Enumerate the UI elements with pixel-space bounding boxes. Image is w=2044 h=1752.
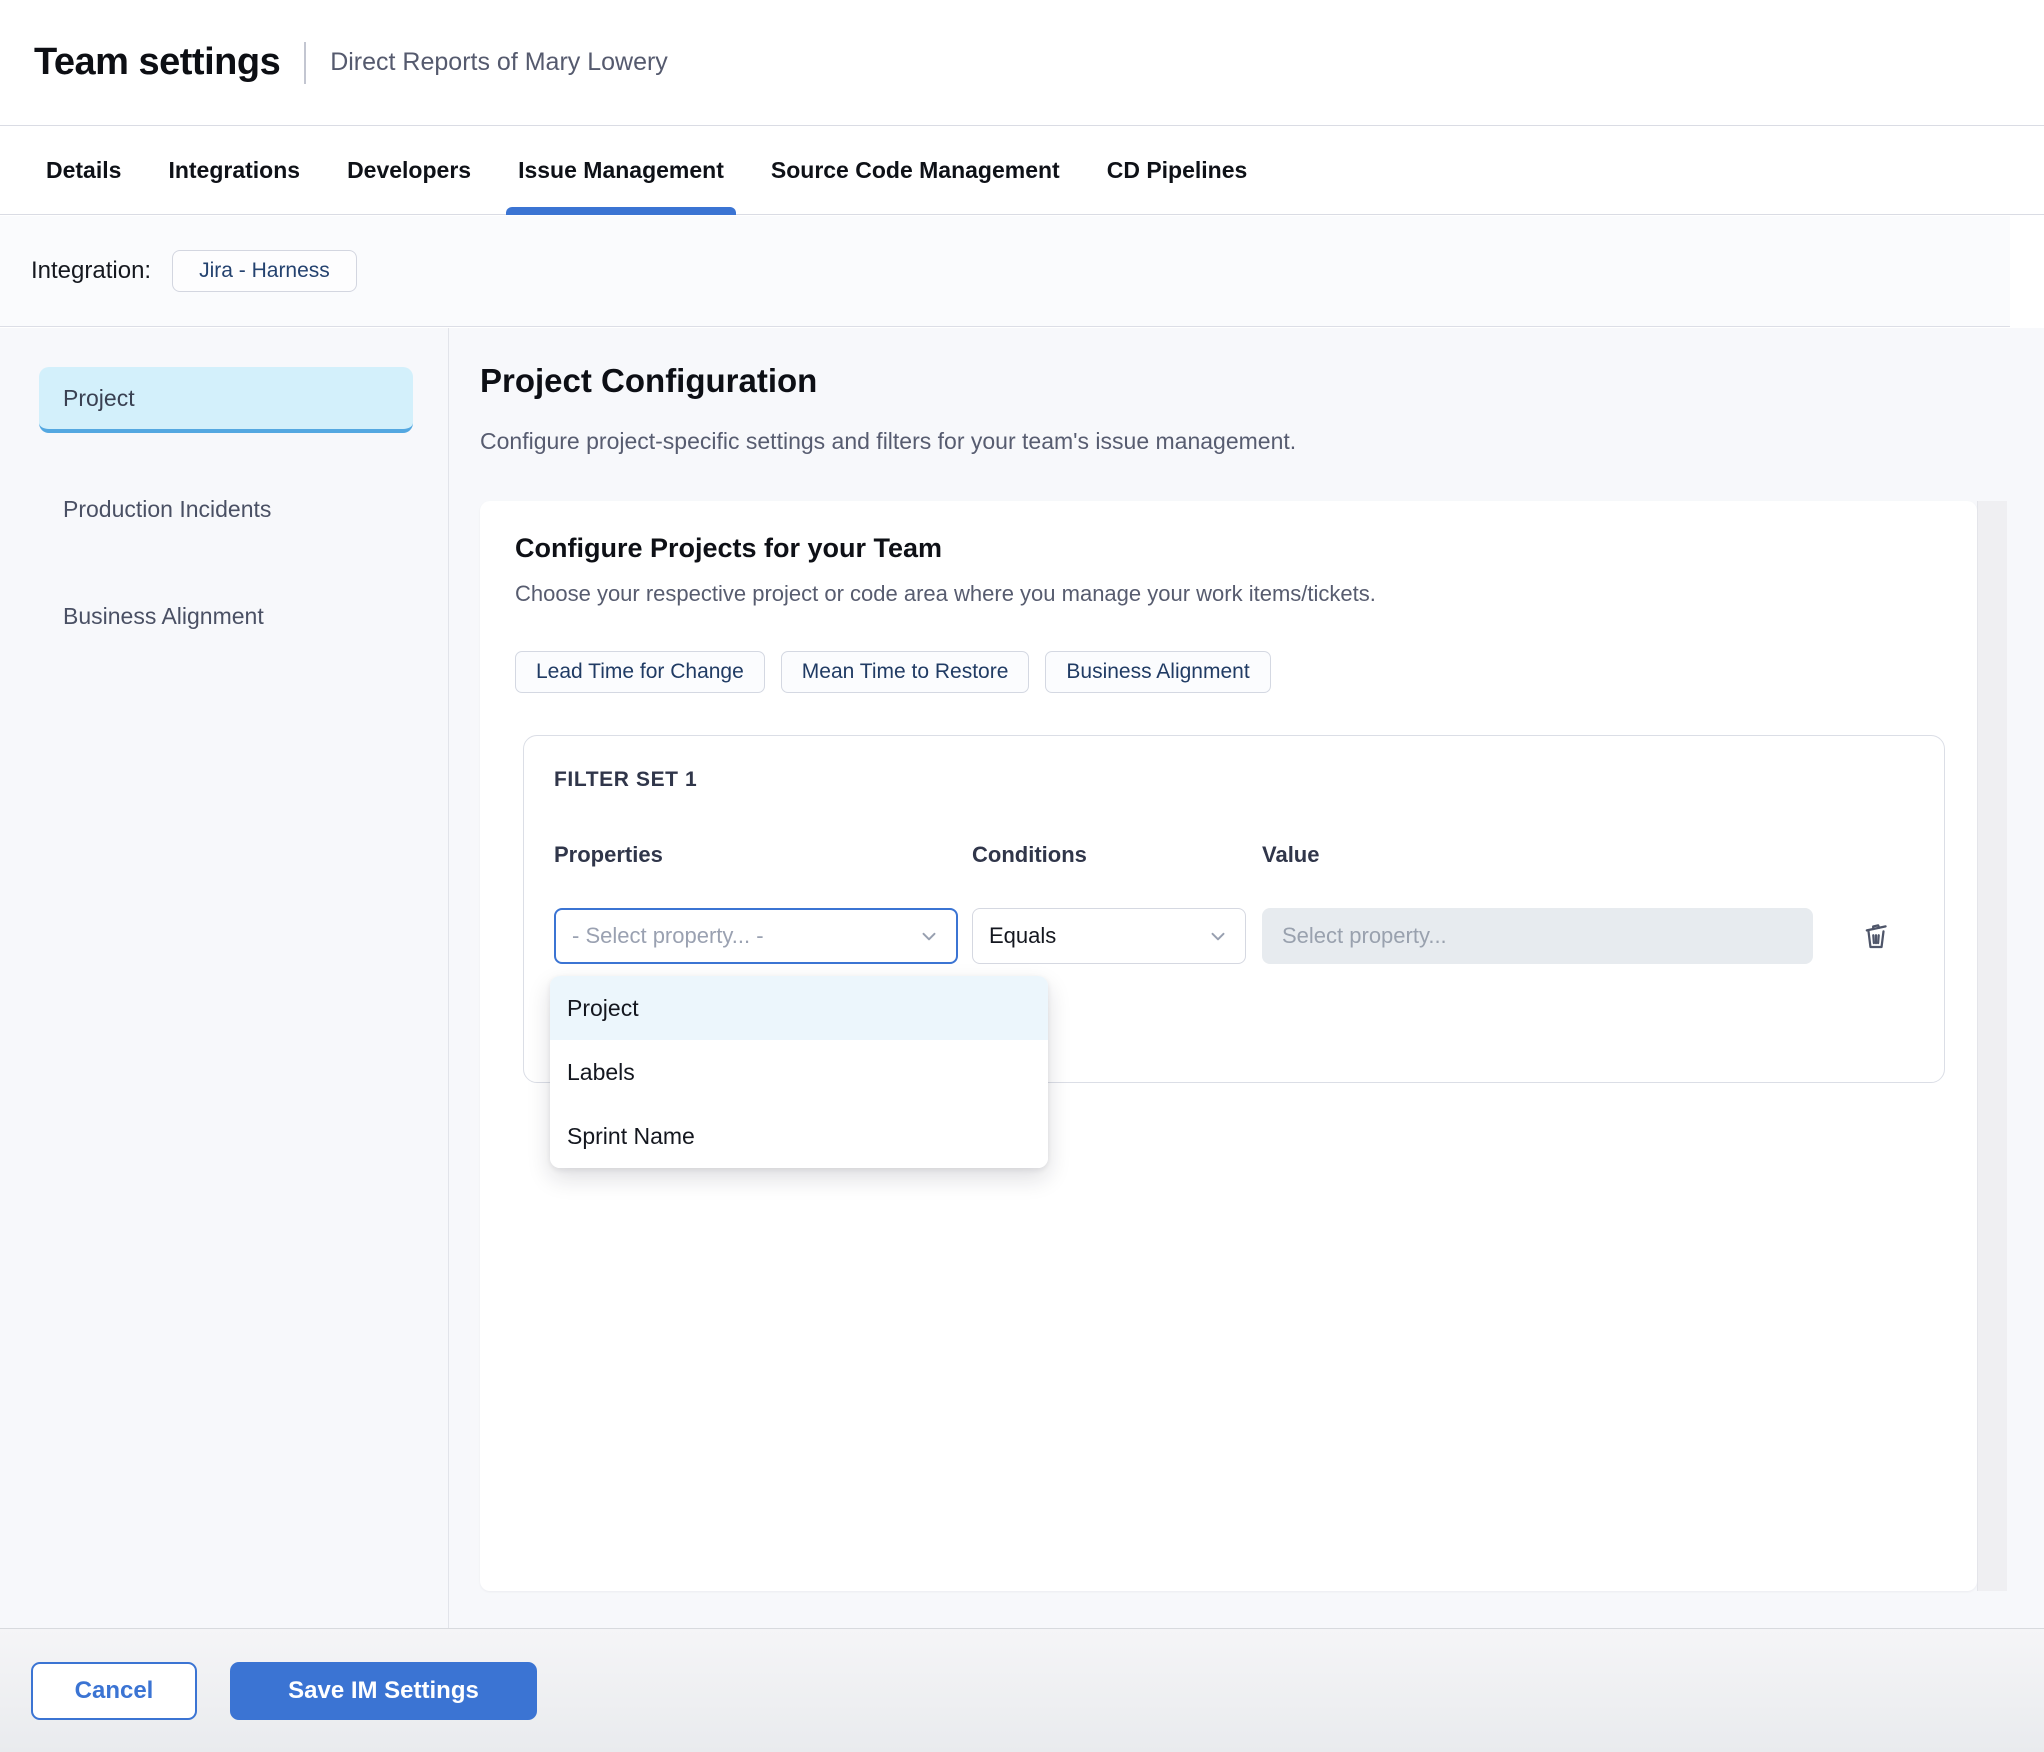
page-subtitle: Direct Reports of Mary Lowery (330, 48, 668, 76)
page-header: Team settings Direct Reports of Mary Low… (0, 0, 2044, 126)
integration-label: Integration: (31, 257, 152, 284)
cancel-button[interactable]: Cancel (31, 1661, 197, 1720)
tab-details[interactable]: Details (34, 127, 133, 214)
dropdown-option-labels[interactable]: Labels (550, 1040, 1048, 1104)
chip-lead-time-for-change[interactable]: Lead Time for Change (515, 651, 765, 693)
tab-issue-management[interactable]: Issue Management (506, 127, 736, 215)
tab-label: Developers (347, 157, 472, 183)
sidebar-item-business-alignment[interactable]: Business Alignment (39, 583, 413, 649)
chevron-down-icon (922, 932, 936, 941)
save-im-settings-button[interactable]: Save IM Settings (230, 1661, 537, 1720)
active-tab-underline (506, 207, 736, 215)
scrollbar-track[interactable] (1977, 501, 2007, 1591)
tab-integrations[interactable]: Integrations (156, 127, 312, 214)
conditions-column-label: Conditions (972, 842, 1087, 867)
tab-source-code-management[interactable]: Source Code Management (759, 127, 1072, 214)
tab-label: Issue Management (518, 157, 724, 183)
value-column-label: Value (1262, 842, 1320, 867)
trash-icon (1865, 923, 1887, 948)
chip-business-alignment[interactable]: Business Alignment (1045, 651, 1271, 693)
value-input (1262, 908, 1813, 964)
section-subtitle: Configure project-specific settings and … (480, 428, 1297, 454)
properties-column-label: Properties (554, 842, 663, 867)
tab-label: CD Pipelines (1106, 157, 1248, 183)
property-dropdown: Project Labels Sprint Name (550, 976, 1048, 1168)
content-area: Project Production Incidents Business Al… (0, 328, 2044, 1628)
sidebar-item-production-incidents[interactable]: Production Incidents (39, 476, 413, 542)
chip-mean-time-to-restore[interactable]: Mean Time to Restore (780, 651, 1030, 693)
section-title: Project Configuration (480, 362, 818, 399)
property-select[interactable]: - Select property... - (554, 908, 958, 964)
dropdown-option-sprint-name[interactable]: Sprint Name (550, 1104, 1048, 1168)
chevron-down-icon (1211, 932, 1225, 941)
sidebar: Project Production Incidents Business Al… (0, 328, 449, 1628)
property-select-placeholder: - Select property... - (572, 923, 764, 948)
tab-label: Details (46, 157, 122, 183)
tab-label: Source Code Management (770, 157, 1060, 183)
tab-cd-pipelines[interactable]: CD Pipelines (1095, 127, 1260, 214)
delete-filter-button[interactable] (1854, 914, 1898, 958)
integration-row: Integration: Jira - Harness (0, 216, 2010, 327)
footer-bar: Cancel Save IM Settings (0, 1628, 2044, 1752)
condition-select-value: Equals (989, 923, 1057, 948)
main-panel: Project Configuration Configure project-… (449, 328, 2044, 1628)
card-subtitle: Choose your respective project or code a… (515, 581, 1376, 606)
condition-select[interactable]: Equals (972, 908, 1246, 964)
metric-chips: Lead Time for Change Mean Time to Restor… (515, 651, 1271, 693)
title-separator (304, 41, 307, 84)
dropdown-option-project[interactable]: Project (550, 976, 1048, 1040)
team-settings-page: Team settings Direct Reports of Mary Low… (0, 0, 2044, 1752)
tab-bar: Details Integrations Developers Issue Ma… (0, 127, 2044, 215)
card-title: Configure Projects for your Team (515, 533, 943, 563)
filter-set-title: FILTER SET 1 (554, 768, 698, 791)
integration-chip[interactable]: Jira - Harness (172, 250, 357, 292)
tab-developers[interactable]: Developers (335, 127, 483, 214)
tab-label: Integrations (168, 157, 301, 183)
page-title: Team settings (34, 41, 281, 83)
sidebar-item-project[interactable]: Project (39, 367, 413, 433)
